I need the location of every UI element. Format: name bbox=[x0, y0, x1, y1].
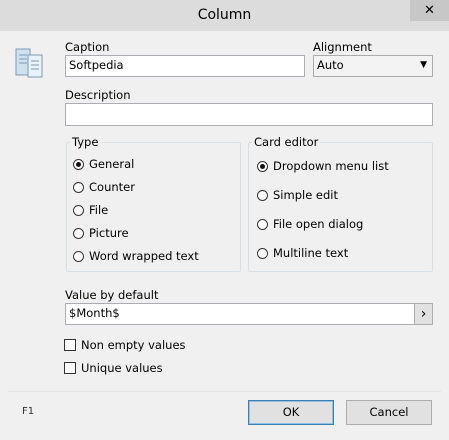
type-legend: Type bbox=[72, 135, 99, 149]
type-radio-word-wrapped[interactable]: Word wrapped text bbox=[73, 249, 199, 263]
radio-label: File open dialog bbox=[273, 217, 364, 231]
type-radio-counter[interactable]: Counter bbox=[73, 180, 135, 194]
checkbox-box bbox=[64, 362, 76, 374]
default-value-input[interactable]: $Month$ bbox=[65, 303, 415, 325]
ok-button[interactable]: OK bbox=[248, 400, 334, 425]
alignment-select[interactable]: Auto ▼ bbox=[313, 55, 433, 77]
radio-indicator bbox=[73, 158, 84, 170]
radio-label: Picture bbox=[89, 226, 129, 240]
title-bar: Column ✕ bbox=[0, 0, 449, 31]
close-button[interactable]: ✕ bbox=[410, 0, 449, 21]
type-radio-general[interactable]: General bbox=[73, 157, 134, 171]
checkbox-box bbox=[64, 339, 76, 351]
alignment-label: Alignment bbox=[313, 40, 372, 54]
alignment-value: Auto bbox=[317, 58, 344, 72]
card-radio-simple-edit[interactable]: Simple edit bbox=[257, 188, 338, 202]
type-radio-file[interactable]: File bbox=[73, 203, 108, 217]
cancel-button[interactable]: Cancel bbox=[346, 400, 432, 425]
checkbox-label: Unique values bbox=[81, 361, 163, 375]
radio-label: Word wrapped text bbox=[89, 249, 199, 263]
radio-label: General bbox=[89, 157, 135, 171]
radio-label: Simple edit bbox=[273, 188, 339, 202]
radio-indicator bbox=[257, 247, 268, 259]
checkbox-label: Non empty values bbox=[81, 338, 186, 352]
window-title: Column bbox=[197, 7, 252, 23]
card-radio-multiline[interactable]: Multiline text bbox=[257, 246, 348, 260]
radio-indicator bbox=[257, 218, 268, 230]
default-value-label: Value by default bbox=[65, 288, 159, 302]
footer-divider bbox=[8, 391, 441, 392]
chevron-down-icon: ▼ bbox=[420, 60, 427, 70]
card-radio-dropdown[interactable]: Dropdown menu list bbox=[257, 159, 389, 173]
caption-label: Caption bbox=[65, 40, 110, 54]
radio-label: File bbox=[89, 203, 109, 217]
radio-indicator bbox=[257, 189, 268, 201]
radio-label: Dropdown menu list bbox=[273, 159, 389, 173]
radio-indicator bbox=[73, 250, 84, 262]
description-label: Description bbox=[65, 88, 131, 102]
radio-label: Counter bbox=[89, 180, 135, 194]
unique-values-checkbox[interactable]: Unique values bbox=[64, 361, 163, 375]
non-empty-checkbox[interactable]: Non empty values bbox=[64, 338, 186, 352]
type-radio-picture[interactable]: Picture bbox=[73, 226, 129, 240]
radio-indicator bbox=[73, 227, 84, 239]
card-editor-legend: Card editor bbox=[254, 135, 319, 149]
card-radio-file-open[interactable]: File open dialog bbox=[257, 217, 363, 231]
radio-indicator bbox=[257, 160, 268, 172]
radio-label: Multiline text bbox=[273, 246, 349, 260]
description-input[interactable] bbox=[65, 103, 433, 126]
radio-indicator bbox=[73, 181, 84, 193]
dialog-body: Caption Softpedia Alignment Auto ▼ Descr… bbox=[8, 31, 441, 432]
caption-input[interactable]: Softpedia bbox=[65, 55, 305, 77]
columns-icon bbox=[15, 48, 43, 78]
default-value-expand-button[interactable]: › bbox=[414, 303, 433, 325]
help-hint: F1 bbox=[22, 406, 35, 417]
radio-indicator bbox=[73, 204, 84, 216]
